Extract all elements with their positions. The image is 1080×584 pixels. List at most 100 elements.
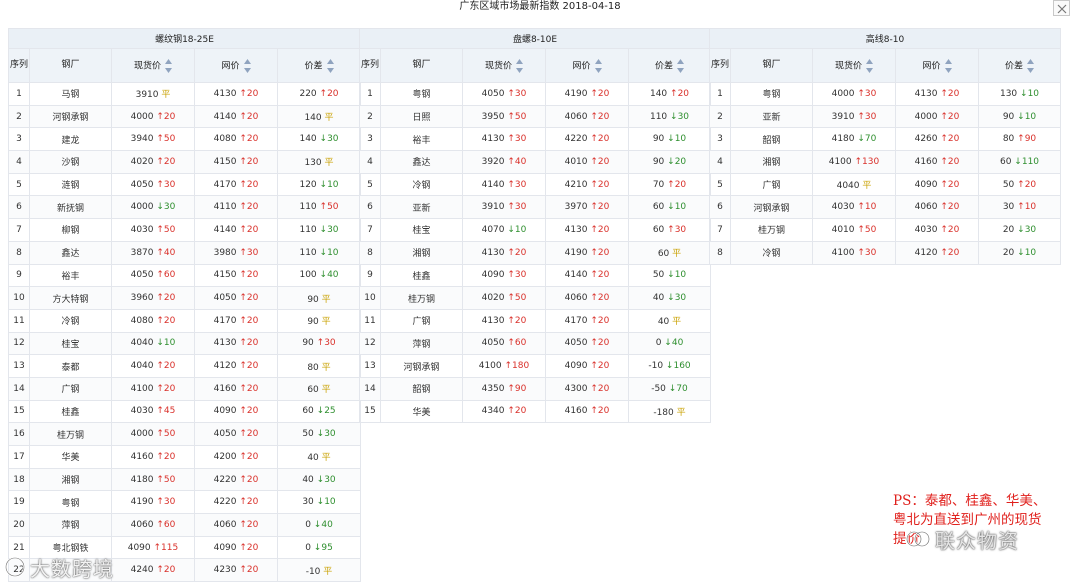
- cell-value: 4150 ↑20: [194, 263, 278, 288]
- cell-value: 4000 ↑30: [812, 82, 896, 106]
- value: 50: [1002, 179, 1015, 190]
- cell-value: -50 ↓70: [628, 376, 711, 401]
- value: 4050: [213, 293, 237, 304]
- cell-mill: 建龙: [29, 127, 112, 152]
- cell-value: 4160 ↑20: [545, 399, 629, 424]
- cell-index: 2: [709, 104, 731, 129]
- change: ↑20: [940, 179, 960, 190]
- cell-index: 12: [359, 331, 381, 356]
- value: 3950: [481, 111, 505, 122]
- value: 4160: [130, 451, 154, 462]
- cell-mill: 广钢: [29, 376, 112, 401]
- cell-value: 3870 ↑40: [111, 240, 195, 265]
- value: 4030: [914, 224, 938, 235]
- cell-value: 60 ↓110: [978, 150, 1061, 174]
- cell-value: 90 平: [277, 286, 361, 310]
- cell-mill: 韶钢: [380, 376, 463, 401]
- value: 4340: [481, 406, 505, 417]
- cell-value: 4050 ↑30: [111, 172, 195, 197]
- value: 4130: [914, 88, 938, 99]
- cell-value: 4110 ↑20: [194, 195, 278, 220]
- column-header: 钢厂: [730, 48, 813, 83]
- change: ↑20: [239, 88, 259, 99]
- change: ↑20: [507, 247, 527, 258]
- cell-value: 40 ↓30: [277, 467, 361, 492]
- cell-mill: 桂万钢: [730, 218, 813, 242]
- column-header[interactable]: 网价: [895, 48, 979, 83]
- cell-value: 60 平: [628, 240, 711, 265]
- close-button[interactable]: [1053, 0, 1070, 16]
- column-header[interactable]: 网价: [194, 48, 278, 83]
- cell-mill: 河钢承钢: [29, 104, 112, 129]
- value: 4000: [130, 111, 154, 122]
- cell-mill: 冷钢: [730, 240, 813, 265]
- table-row: 12 桂宝 4040 ↓10 4130 ↑20 90 ↑30: [8, 331, 361, 356]
- cell-value: 4050 ↑60: [462, 331, 546, 356]
- cell-value: 70 ↑20: [628, 172, 711, 197]
- column-header[interactable]: 价差: [978, 48, 1061, 83]
- column-header-label: 现货价: [834, 61, 862, 71]
- value: 40: [657, 317, 670, 328]
- change: ↑20: [590, 247, 610, 258]
- cell-value: 90 ↓10: [628, 127, 711, 152]
- cell-value: 110 ↓30: [628, 104, 711, 129]
- cell-value: 4000 ↑50: [111, 422, 195, 446]
- column-header[interactable]: 价差: [277, 48, 361, 83]
- watermark-right-text: 联众物资: [935, 528, 1019, 553]
- cell-value: 3910 ↑30: [462, 195, 546, 220]
- cell-index: 6: [359, 195, 381, 220]
- change: 平: [672, 317, 682, 328]
- column-header[interactable]: 网价: [545, 48, 629, 83]
- cell-value: 110 ↓10: [277, 240, 361, 265]
- column-header[interactable]: 现货价: [812, 48, 896, 83]
- change: ↓30: [156, 202, 176, 213]
- change: ↑20: [156, 361, 176, 372]
- change: ↑20: [239, 542, 259, 553]
- change: ↓10: [156, 338, 176, 349]
- value: 140: [299, 134, 317, 145]
- value: 50: [652, 270, 665, 281]
- table-row: 5 冷钢 4140 ↑30 4210 ↑20 70 ↑20: [359, 172, 711, 197]
- value: 0: [305, 542, 311, 553]
- value: 4050: [481, 88, 505, 99]
- cell-value: 4160 ↑20: [194, 376, 278, 401]
- cell-value: 4240 ↑20: [111, 558, 195, 583]
- cell-index: 11: [8, 308, 30, 333]
- value: 3870: [130, 247, 154, 258]
- change: 平: [324, 158, 334, 169]
- cell-value: 4100 ↑20: [111, 376, 195, 401]
- column-header[interactable]: 现货价: [462, 48, 546, 83]
- change: ↓10: [1017, 247, 1037, 258]
- change: ↑20: [1017, 179, 1037, 190]
- cell-value: 4130 ↑30: [462, 127, 546, 152]
- close-icon: [1057, 4, 1067, 14]
- change: ↓40: [313, 519, 333, 530]
- cell-index: 3: [709, 127, 731, 152]
- circle-logo-icon: [906, 531, 930, 547]
- column-header[interactable]: 现货价: [111, 48, 195, 83]
- column-header[interactable]: 价差: [628, 48, 711, 83]
- sort-icon: [866, 58, 873, 73]
- cell-value: 4200 ↑20: [194, 445, 278, 469]
- value: 4000: [130, 429, 154, 440]
- value: 3980: [213, 247, 237, 258]
- table-row: 13 泰都 4040 ↑20 4120 ↑20 80 平: [8, 354, 361, 378]
- cell-value: 4190 ↑20: [545, 82, 629, 106]
- change: ↑20: [667, 179, 687, 190]
- cell-value: 4160 ↑20: [111, 445, 195, 469]
- cell-value: 4180 ↓70: [812, 127, 896, 152]
- cell-value: 4050 ↑20: [194, 422, 278, 446]
- change: ↑20: [239, 202, 259, 213]
- value: 4060: [914, 202, 938, 213]
- cell-value: 4090 ↑20: [545, 354, 629, 378]
- cell-index: 8: [359, 240, 381, 265]
- change: ↑20: [239, 224, 259, 235]
- table-row: 10 桂万钢 4020 ↑50 4060 ↑20 40 ↓30: [359, 286, 711, 310]
- change: ↑45: [156, 406, 176, 417]
- cell-value: 4000 ↓30: [111, 195, 195, 220]
- cell-index: 19: [8, 490, 30, 515]
- table-row: 15 桂鑫 4030 ↑45 4090 ↑20 60 ↓25: [8, 399, 361, 424]
- cell-value: 4190 ↑20: [545, 240, 629, 265]
- change: ↑20: [239, 338, 259, 349]
- value: 90: [307, 294, 319, 305]
